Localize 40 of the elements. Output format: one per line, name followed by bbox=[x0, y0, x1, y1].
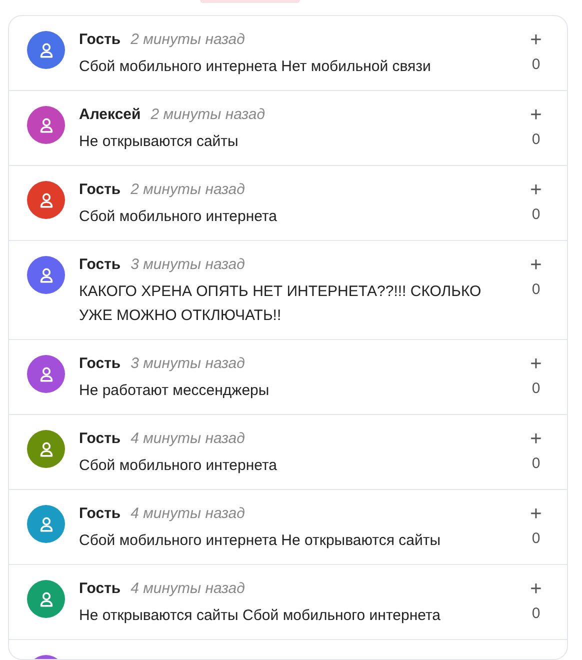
vote-count: 0 bbox=[532, 454, 540, 474]
author-name: Гость bbox=[79, 256, 121, 273]
timestamp: 2 минуты назад bbox=[130, 181, 245, 198]
comment-text: КАКОГО ХРЕНА ОПЯТЬ НЕТ ИНТЕРНЕТА??!!! СКОЛЬКО УЖЕ МОЖНО ОТКЛЮЧАТЬ!! bbox=[79, 282, 482, 326]
timestamp: 2 минуты назад bbox=[150, 106, 266, 123]
comment-text: Сбой мобильного интернета Нет мобильной связи bbox=[79, 57, 432, 77]
vote-count: 0 bbox=[532, 529, 540, 549]
author-name: Гость bbox=[79, 505, 121, 522]
author-name: Гость bbox=[79, 181, 121, 198]
author-name: Гость bbox=[79, 430, 121, 447]
upvote-button[interactable]: + bbox=[530, 578, 542, 600]
timestamp: 3 минуты назад bbox=[130, 256, 245, 273]
author-name: Гость bbox=[79, 355, 121, 372]
vote-count: 0 bbox=[532, 604, 540, 624]
upvote-button[interactable]: + bbox=[530, 104, 542, 126]
author-name: Алексей bbox=[79, 106, 141, 123]
author-name: Гость bbox=[79, 580, 121, 597]
comment-text: Сбой мобильного интернета bbox=[79, 207, 278, 227]
upvote-button[interactable]: + bbox=[530, 29, 542, 51]
vote-count: 0 bbox=[532, 55, 540, 75]
upvote-button[interactable]: + bbox=[530, 179, 542, 201]
comment-text: Не открываются сайты bbox=[79, 132, 240, 152]
comment-text: Сбой мобильного интернета Не открываются сайты bbox=[79, 531, 442, 551]
vote-count: 0 bbox=[532, 130, 540, 150]
timestamp: 3 минуты назад bbox=[130, 355, 245, 372]
comment-text: Не открываются сайты Сбой мобильного интернета bbox=[79, 606, 442, 626]
upvote-button[interactable]: + bbox=[530, 353, 542, 375]
timestamp: 4 минуты назад bbox=[130, 505, 245, 522]
vote-count: 0 bbox=[532, 280, 540, 300]
comment-text: Сбой мобильного интернета bbox=[79, 456, 278, 476]
comment-text: Не работают мессенджеры bbox=[79, 381, 270, 401]
timestamp: 4 минуты назад bbox=[130, 430, 245, 447]
timestamp: 4 минуты назад bbox=[130, 580, 245, 597]
upvote-button[interactable]: + bbox=[530, 254, 542, 276]
vote-count: 0 bbox=[532, 379, 540, 399]
upvote-button[interactable]: + bbox=[530, 503, 542, 525]
upvote-button[interactable]: + bbox=[530, 428, 542, 450]
vote-count: 0 bbox=[532, 205, 540, 225]
author-name: Гость bbox=[79, 31, 121, 48]
timestamp: 2 минуты назад bbox=[130, 31, 245, 48]
